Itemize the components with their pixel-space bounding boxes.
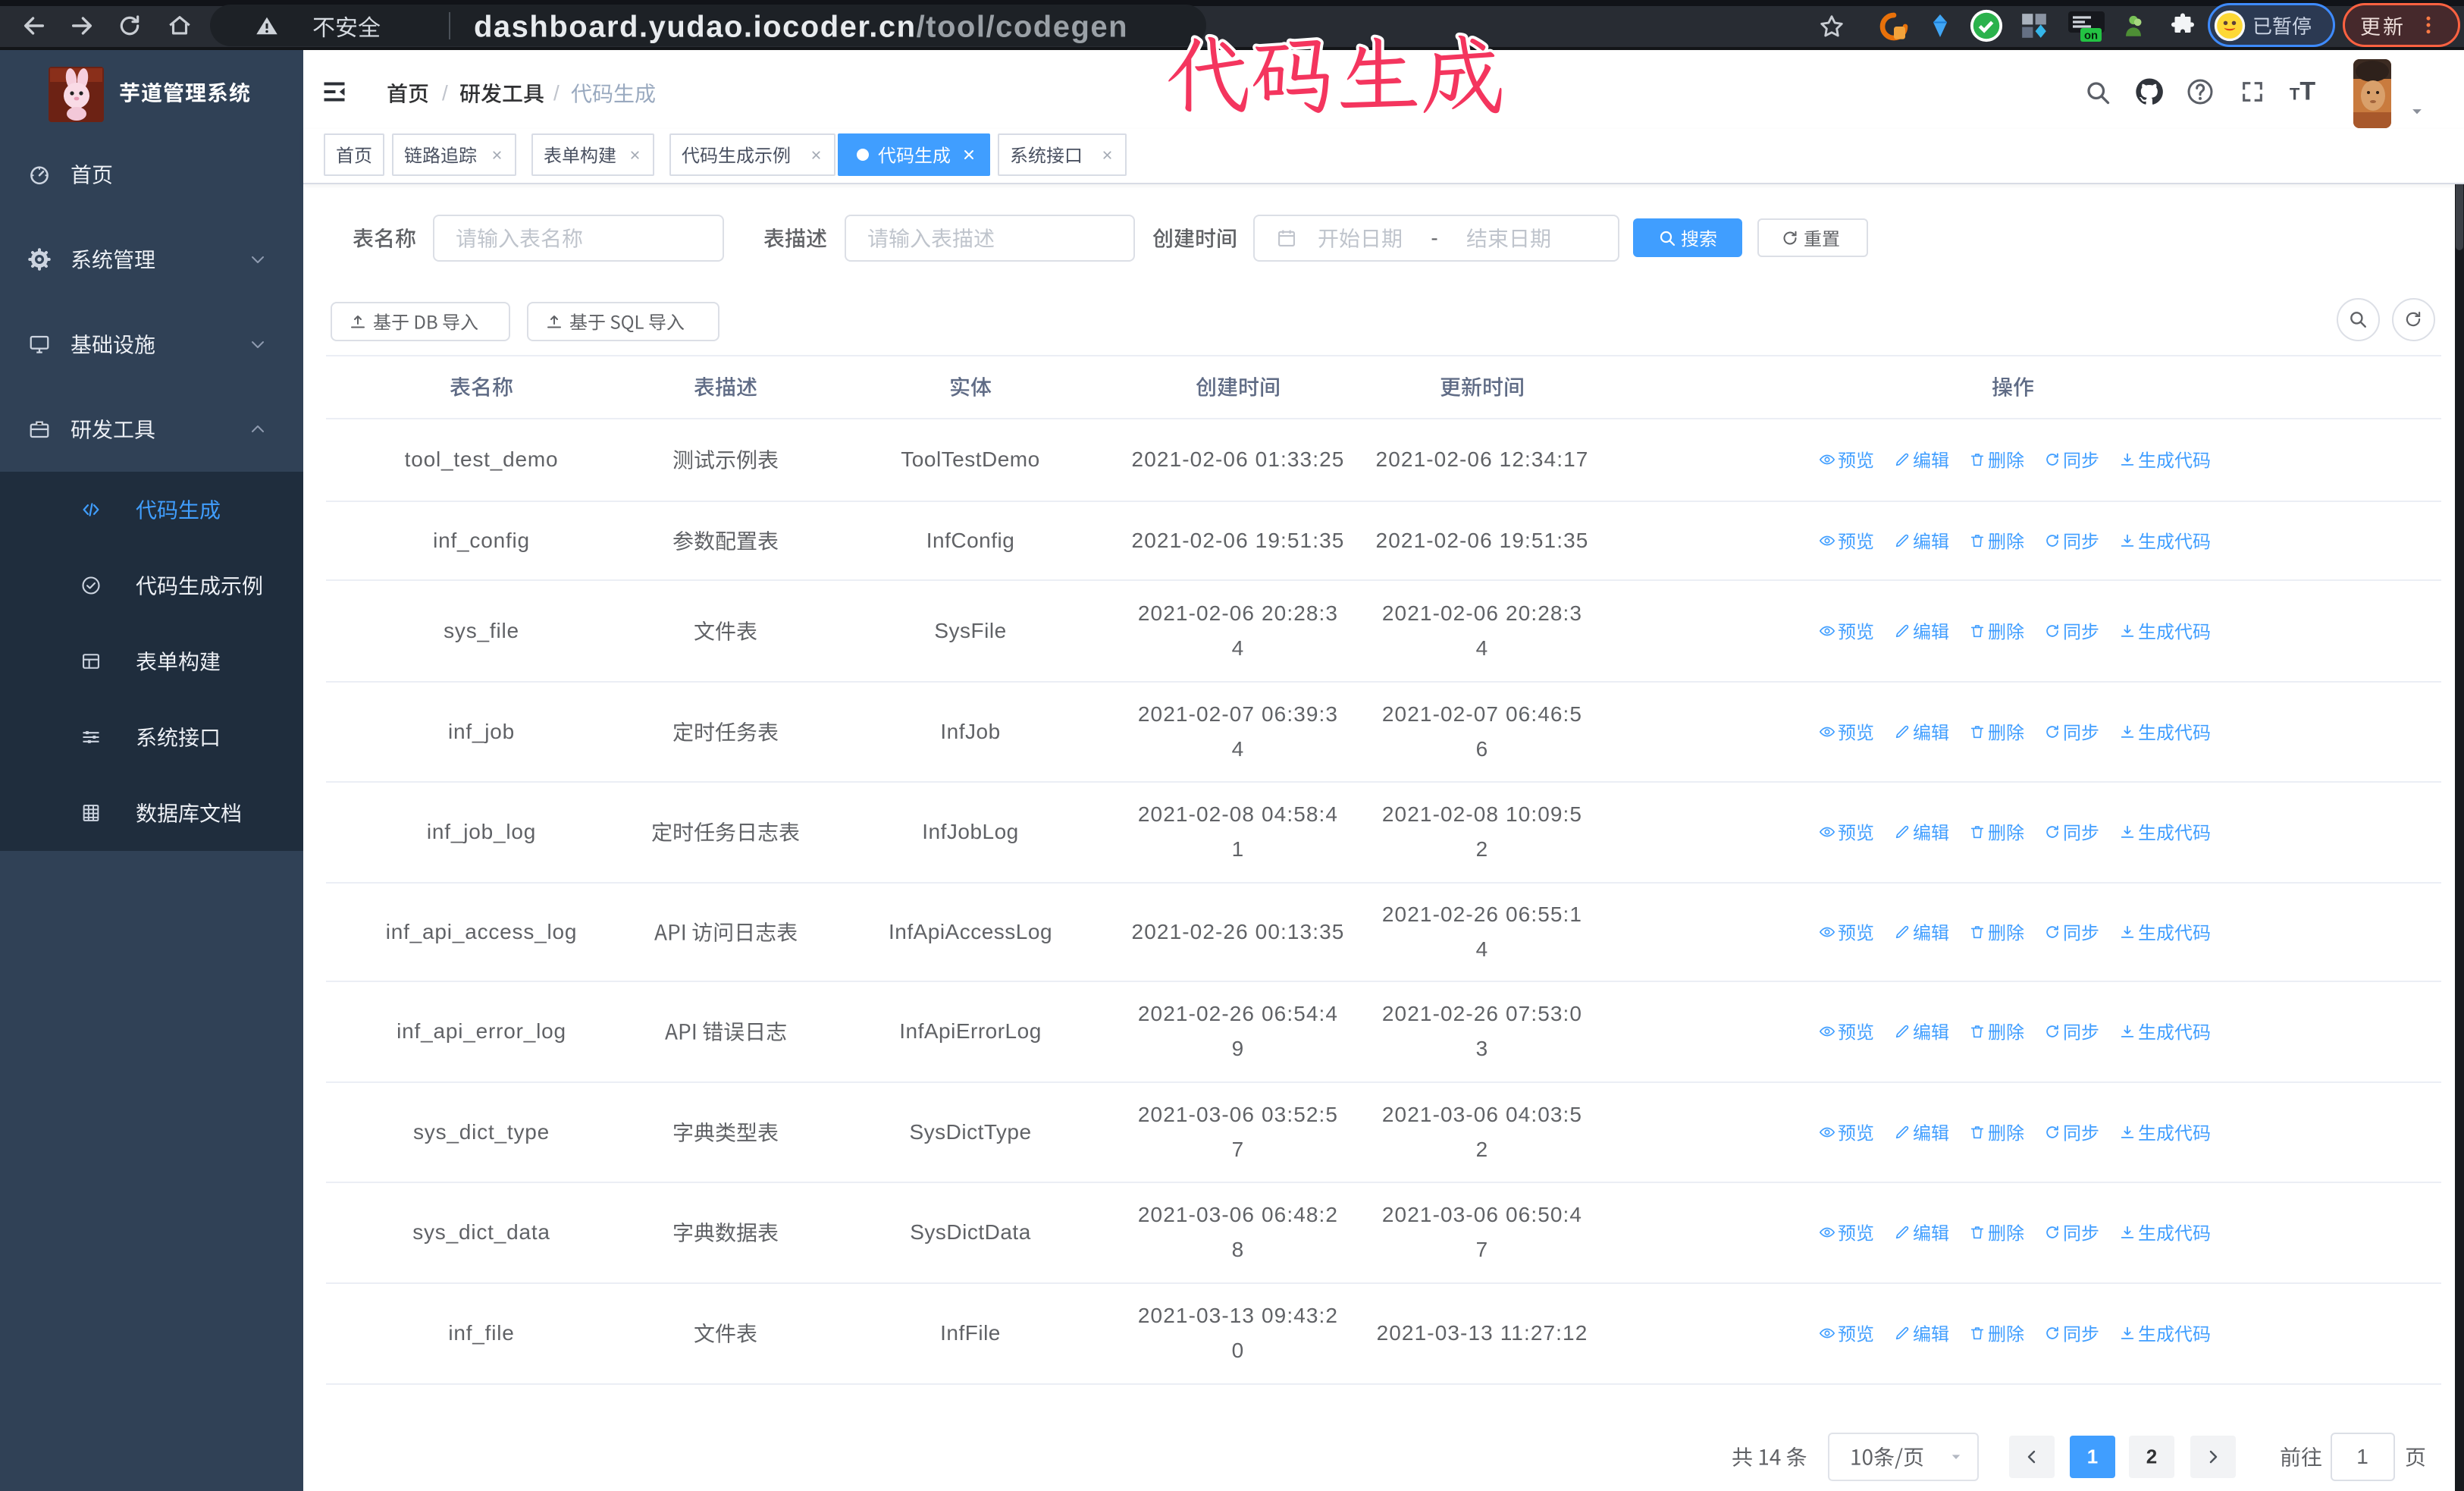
svg-text:on: on: [2084, 30, 2098, 42]
